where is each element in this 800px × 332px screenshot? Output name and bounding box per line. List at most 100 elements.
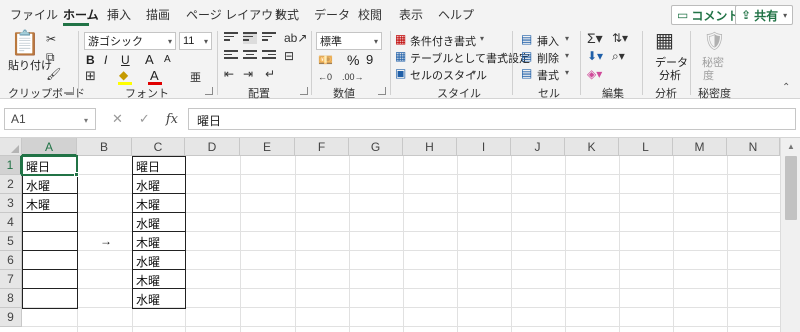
cell-styles-icon[interactable]: ▣ <box>395 66 406 80</box>
insert-function-icon[interactable]: fx <box>166 112 178 127</box>
tab-file[interactable]: ファイル <box>10 6 58 23</box>
align-left-icon[interactable] <box>224 50 238 62</box>
cell-c3[interactable]: 木曜 <box>133 196 160 213</box>
cut-icon[interactable]: ✂ <box>46 32 56 46</box>
align-center-icon[interactable] <box>243 50 257 62</box>
collapse-ribbon-icon[interactable]: ⌃ <box>782 81 790 95</box>
conditional-format-icon[interactable]: ▦ <box>395 32 406 46</box>
format-cells-button[interactable]: 書式 <box>537 67 559 83</box>
column-header-a[interactable]: A <box>22 138 77 156</box>
font-shrink-button[interactable]: A <box>164 54 171 65</box>
cancel-icon[interactable]: ✕ <box>112 111 123 127</box>
column-header-g[interactable]: G <box>349 138 403 156</box>
tab-view[interactable]: 表示 <box>399 6 423 23</box>
format-painter-icon[interactable]: 🖌 <box>46 67 61 81</box>
column-header-h[interactable]: H <box>403 138 457 156</box>
paste-icon[interactable]: 📋 <box>10 31 40 57</box>
analyze-data-button-line2[interactable]: 分析 <box>659 67 681 83</box>
scroll-up-icon[interactable]: ▲ <box>787 142 795 151</box>
row-header-3[interactable]: 3 <box>0 194 22 213</box>
row-header-2[interactable]: 2 <box>0 175 22 194</box>
orientation-icon[interactable]: ab↗ <box>284 31 307 45</box>
column-header-d[interactable]: D <box>185 138 240 156</box>
conditional-format-button[interactable]: 条件付き書式 <box>410 33 476 49</box>
align-bottom-icon[interactable] <box>262 32 276 44</box>
analyze-data-icon[interactable]: ▦ <box>655 30 674 52</box>
font-launcher-icon[interactable] <box>205 87 213 95</box>
cell-a2[interactable]: 水曜 <box>23 177 50 194</box>
sort-filter-icon[interactable]: ⇅▾ <box>612 31 628 45</box>
fill-icon[interactable]: ⬇▾ <box>587 49 603 63</box>
cell-c7[interactable]: 木曜 <box>133 272 160 289</box>
name-box-dropdown-icon[interactable]: ▾ <box>84 116 88 125</box>
font-name-select[interactable]: 游ゴシック ▾ <box>84 32 176 50</box>
column-header-n[interactable]: N <box>727 138 780 156</box>
enter-icon[interactable]: ✓ <box>139 111 150 127</box>
column-header-f[interactable]: F <box>295 138 349 156</box>
row-header-6[interactable]: 6 <box>0 251 22 270</box>
align-right-icon[interactable] <box>262 50 277 62</box>
tab-home[interactable]: ホーム <box>63 6 99 23</box>
sensitivity-button-line2[interactable]: 度 <box>703 67 714 83</box>
cell-c4[interactable]: 水曜 <box>133 215 160 232</box>
cell-c1[interactable]: 曜日 <box>133 158 160 175</box>
column-header-e[interactable]: E <box>240 138 295 156</box>
clipboard-launcher-icon[interactable] <box>66 87 74 95</box>
font-color-button[interactable]: A <box>150 68 159 83</box>
copy-icon[interactable]: ⧉ <box>46 50 55 64</box>
row-header-9[interactable]: 9 <box>0 308 22 327</box>
delete-cells-button[interactable]: 削除 <box>537 50 559 66</box>
number-format-select[interactable]: 標準 ▾ <box>316 32 382 50</box>
cell-c8[interactable]: 水曜 <box>133 291 160 308</box>
tab-page-layout[interactable]: ページ レイアウト <box>186 6 285 23</box>
clear-icon[interactable]: ◈▾ <box>587 67 602 81</box>
cell-c6[interactable]: 水曜 <box>133 253 160 270</box>
row-header-7[interactable]: 7 <box>0 270 22 289</box>
increase-indent-icon[interactable]: ⇥ <box>243 67 253 81</box>
decrease-indent-icon[interactable]: ⇤ <box>224 67 234 81</box>
sensitivity-icon[interactable]: 🛡 <box>703 30 726 52</box>
tab-review[interactable]: 校閲 <box>358 6 382 23</box>
insert-cells-button[interactable]: 挿入 <box>537 33 559 49</box>
autosum-icon[interactable]: Σ▾ <box>587 31 603 45</box>
tab-draw[interactable]: 描画 <box>146 6 170 23</box>
vertical-scrollbar[interactable]: ▲ <box>780 138 800 332</box>
format-cells-icon[interactable]: ▤ <box>521 66 532 80</box>
bold-button[interactable]: B <box>86 53 95 67</box>
column-header-i[interactable]: I <box>457 138 511 156</box>
cell-b5[interactable]: → <box>97 234 112 248</box>
row-header-8[interactable]: 8 <box>0 289 22 308</box>
wrap-text-icon[interactable]: ↵ <box>265 67 275 81</box>
insert-cells-icon[interactable]: ▤ <box>521 32 532 46</box>
currency-icon[interactable]: 💴 <box>318 53 333 67</box>
alignment-launcher-icon[interactable] <box>300 87 308 95</box>
tab-insert[interactable]: 挿入 <box>107 6 131 23</box>
underline-button[interactable]: U <box>121 53 130 67</box>
number-launcher-icon[interactable] <box>378 87 386 95</box>
table-format-icon[interactable]: ▦ <box>395 49 406 63</box>
formula-input[interactable]: 曜日 <box>188 108 796 130</box>
font-grow-button[interactable]: A <box>145 52 154 67</box>
row-header-4[interactable]: 4 <box>0 213 22 232</box>
cell-a3[interactable]: 木曜 <box>23 196 50 213</box>
borders-icon[interactable]: ⊞ <box>85 69 96 83</box>
tab-data[interactable]: データ <box>314 6 350 23</box>
percent-button[interactable]: % <box>347 52 359 68</box>
column-header-m[interactable]: M <box>673 138 727 156</box>
align-middle-icon[interactable] <box>243 32 257 44</box>
fill-handle[interactable] <box>74 172 79 177</box>
row-header-5[interactable]: 5 <box>0 232 22 251</box>
row-header-1[interactable]: 1 <box>0 156 22 175</box>
increase-decimal-icon[interactable]: ←0 <box>318 70 332 84</box>
find-select-icon[interactable]: ⌕▾ <box>612 49 625 63</box>
fill-color-icon[interactable]: ◆ <box>119 68 128 82</box>
cell-c5[interactable]: 木曜 <box>133 234 160 251</box>
tab-help[interactable]: ヘルプ <box>438 6 474 23</box>
merge-center-icon[interactable]: ⊟ <box>284 49 294 63</box>
comma-button[interactable]: 9 <box>366 52 373 67</box>
name-box[interactable]: A1 <box>4 108 96 130</box>
tab-formulas[interactable]: 数式 <box>275 6 299 23</box>
column-header-k[interactable]: K <box>565 138 619 156</box>
column-header-c[interactable]: C <box>132 138 185 156</box>
column-header-j[interactable]: J <box>511 138 565 156</box>
